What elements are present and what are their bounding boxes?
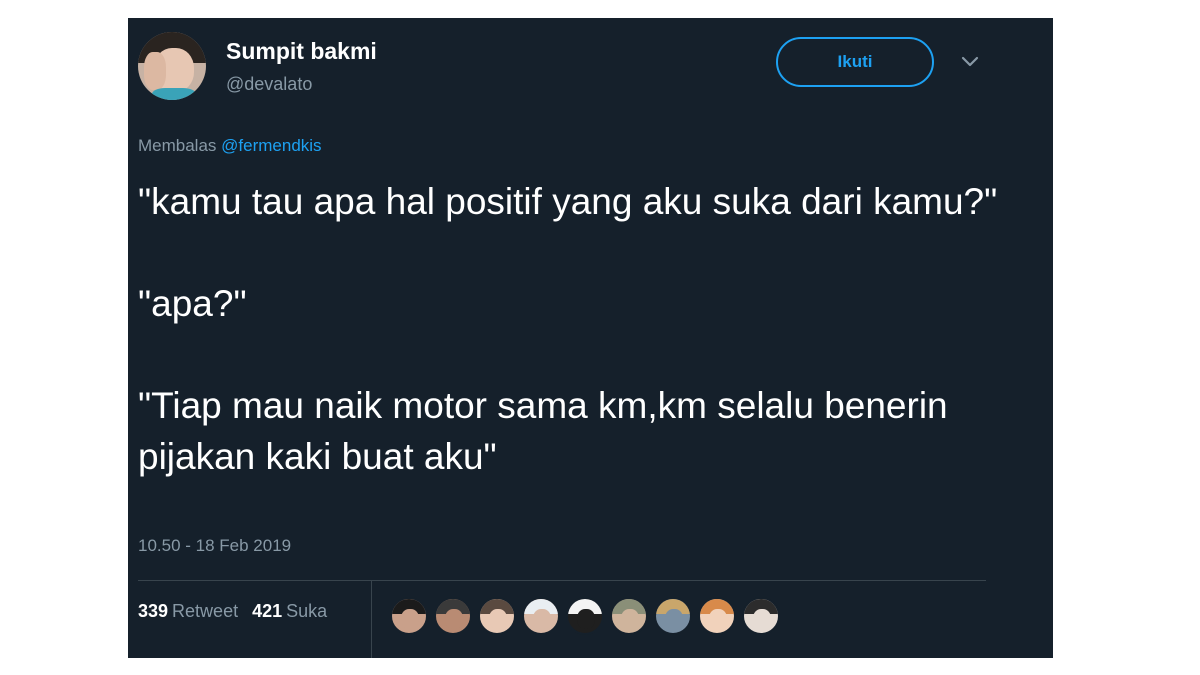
tweet-card: Sumpit bakmi @devalato Ikuti Membalas @f… [128, 18, 1053, 658]
chevron-down-glyph [961, 56, 979, 67]
avatar-face [577, 609, 595, 629]
follow-button[interactable]: Ikuti [776, 37, 934, 87]
liker-avatars [390, 597, 780, 635]
user-avatar-icon[interactable] [566, 597, 604, 635]
like-stat[interactable]: 421 Suka [252, 601, 327, 622]
retweet-stat[interactable]: 339 Retweet [138, 601, 238, 622]
avatar-face [665, 609, 683, 629]
user-avatar-icon[interactable] [478, 597, 516, 635]
like-count: 421 [252, 601, 283, 621]
display-name[interactable]: Sumpit bakmi [226, 38, 377, 65]
avatar-face [489, 609, 507, 629]
avatar-face [533, 609, 551, 629]
stats-separator [371, 581, 372, 658]
user-avatar-icon[interactable] [522, 597, 560, 635]
reply-prefix: Membalas [138, 136, 217, 155]
avatar-face [401, 609, 419, 629]
tweet-text: "kamu tau apa hal positif yang aku suka … [138, 181, 998, 477]
avatar-hand [144, 52, 166, 90]
user-avatar-icon[interactable] [698, 597, 736, 635]
engagement-stats: 339 Retweet 421 Suka [138, 601, 327, 622]
avatar-shirt [152, 88, 196, 100]
avatar-face [709, 609, 727, 629]
retweet-count: 339 [138, 601, 169, 621]
user-handle[interactable]: @devalato [226, 74, 312, 95]
reply-mention-link[interactable]: @fermendkis [221, 136, 321, 155]
user-avatar-icon[interactable] [742, 597, 780, 635]
user-avatar-icon[interactable] [434, 597, 472, 635]
divider [138, 580, 986, 581]
like-label: Suka [286, 601, 328, 621]
user-avatar-icon[interactable] [654, 597, 692, 635]
retweet-label: Retweet [172, 601, 239, 621]
avatar-face [621, 609, 639, 629]
chevron-down-icon[interactable] [960, 52, 980, 72]
tweet-timestamp[interactable]: 10.50 - 18 Feb 2019 [138, 536, 291, 556]
user-avatar[interactable] [138, 32, 206, 100]
user-avatar-icon[interactable] [610, 597, 648, 635]
reply-context: Membalas @fermendkis [138, 136, 322, 156]
avatar-face [753, 609, 771, 629]
avatar-face [445, 609, 463, 629]
user-avatar-icon[interactable] [390, 597, 428, 635]
